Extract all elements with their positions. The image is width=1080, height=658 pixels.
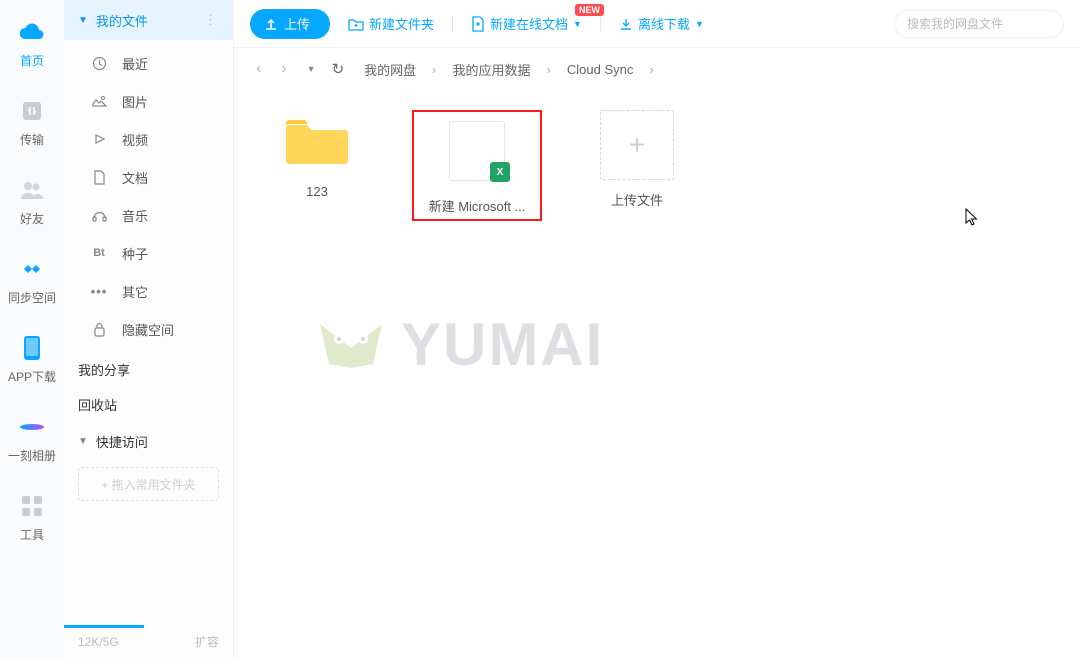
- cat-music[interactable]: 音乐: [64, 196, 233, 234]
- storage-row: 12K/5G 扩容: [64, 633, 233, 650]
- category-sidebar: ▼ 我的文件 ⋮ 最近 图片 视频 文档 音乐 Bt种子 •••其它 隐藏空间 …: [64, 0, 234, 658]
- search-input[interactable]: 搜索我的网盘文件: [894, 10, 1064, 38]
- dropdown-icon[interactable]: ▼: [303, 64, 320, 74]
- image-icon: [90, 95, 108, 108]
- sidebar-item-home[interactable]: 首页: [18, 18, 46, 69]
- upload-icon: [264, 17, 278, 31]
- chevron-down-icon: ▼: [78, 15, 88, 26]
- clock-icon: [90, 56, 108, 71]
- new-folder-button[interactable]: 新建文件夹: [342, 10, 440, 37]
- file-grid: 123 X 新建 Microsoft ... + 上传文件: [234, 90, 1080, 658]
- breadcrumb-row: ‹ › ▼ ↻ 我的网盘 › 我的应用数据 › Cloud Sync ›: [234, 48, 1080, 90]
- document-icon: [90, 170, 108, 185]
- music-icon: [90, 208, 108, 223]
- file-icon: X: [439, 116, 515, 186]
- doc-plus-icon: [471, 16, 485, 32]
- sync-icon: [18, 255, 46, 283]
- cat-recycle[interactable]: 回收站: [64, 387, 233, 422]
- category-list: 最近 图片 视频 文档 音乐 Bt种子 •••其它 隐藏空间: [64, 40, 233, 352]
- more-icon[interactable]: ⋮: [204, 12, 219, 28]
- crumb-root[interactable]: 我的网盘: [364, 60, 416, 79]
- cat-other[interactable]: •••其它: [64, 272, 233, 310]
- friends-icon: [18, 176, 46, 204]
- sidebar-item-app[interactable]: APP下载: [8, 334, 56, 385]
- chevron-down-icon: ▼: [695, 19, 704, 29]
- cloud-icon: [18, 18, 46, 46]
- back-button[interactable]: ‹: [252, 60, 265, 78]
- offline-download-button[interactable]: 离线下载 ▼: [613, 10, 710, 37]
- sidebar-item-sync[interactable]: 同步空间: [8, 255, 56, 306]
- upload-tile[interactable]: + 上传文件: [582, 110, 692, 209]
- ellipsis-icon: •••: [90, 284, 108, 299]
- sidebar-item-friends[interactable]: 好友: [18, 176, 46, 227]
- icon-sidebar: 首页 传输 好友 同步空间 APP下载 一刻相册 工具: [0, 0, 64, 658]
- cat-video[interactable]: 视频: [64, 120, 233, 158]
- app-icon: [18, 334, 46, 362]
- cat-doc[interactable]: 文档: [64, 158, 233, 196]
- bt-icon: Bt: [90, 247, 108, 259]
- file-excel-selected[interactable]: X 新建 Microsoft ...: [412, 110, 542, 221]
- toolbar: 上传 新建文件夹 新建在线文档 ▼ NEW 离线下载 ▼ 搜索我的网盘文件: [234, 0, 1080, 48]
- separator: [600, 15, 601, 33]
- separator: [452, 15, 453, 33]
- sidebar-item-tools[interactable]: 工具: [18, 492, 46, 543]
- new-badge: NEW: [575, 4, 604, 16]
- cat-quick-access[interactable]: ▼ 快捷访问: [64, 422, 233, 461]
- download-icon: [619, 17, 633, 31]
- lock-icon: [90, 322, 108, 337]
- cat-header-myfiles[interactable]: ▼ 我的文件 ⋮: [64, 0, 233, 40]
- transfer-icon: [18, 97, 46, 125]
- drag-folder-box[interactable]: + 拖入常用文件夹: [78, 467, 219, 501]
- main-area: 上传 新建文件夹 新建在线文档 ▼ NEW 离线下载 ▼ 搜索我的网盘文件 ‹ …: [234, 0, 1080, 658]
- new-doc-button[interactable]: 新建在线文档 ▼ NEW: [465, 10, 588, 37]
- storage-used: 12K/5G: [78, 635, 119, 649]
- video-icon: [90, 132, 108, 146]
- storage-bar: [64, 625, 144, 628]
- chevron-down-icon: ▼: [573, 19, 582, 29]
- sidebar-item-album[interactable]: 一刻相册: [8, 413, 56, 464]
- crumb-cloudsync[interactable]: Cloud Sync: [567, 62, 633, 77]
- cat-image[interactable]: 图片: [64, 82, 233, 120]
- cursor-icon: [965, 208, 979, 231]
- chevron-down-icon: ▼: [78, 436, 88, 447]
- excel-badge-icon: X: [490, 162, 510, 182]
- cat-recent[interactable]: 最近: [64, 44, 233, 82]
- file-folder-123[interactable]: 123: [262, 110, 372, 199]
- album-icon: [18, 413, 46, 441]
- crumb-appdata[interactable]: 我的应用数据: [453, 60, 531, 79]
- folder-plus-icon: [348, 17, 364, 31]
- sidebar-item-transfer[interactable]: 传输: [18, 97, 46, 148]
- cat-share[interactable]: 我的分享: [64, 352, 233, 387]
- plus-icon: +: [600, 110, 674, 180]
- tools-icon: [18, 492, 46, 520]
- cat-bt[interactable]: Bt种子: [64, 234, 233, 272]
- cat-hidden[interactable]: 隐藏空间: [64, 310, 233, 348]
- refresh-button[interactable]: ↻: [332, 60, 345, 78]
- folder-icon: [279, 110, 355, 174]
- upload-button[interactable]: 上传: [250, 9, 330, 39]
- storage-expand[interactable]: 扩容: [195, 633, 219, 650]
- forward-button[interactable]: ›: [277, 60, 290, 78]
